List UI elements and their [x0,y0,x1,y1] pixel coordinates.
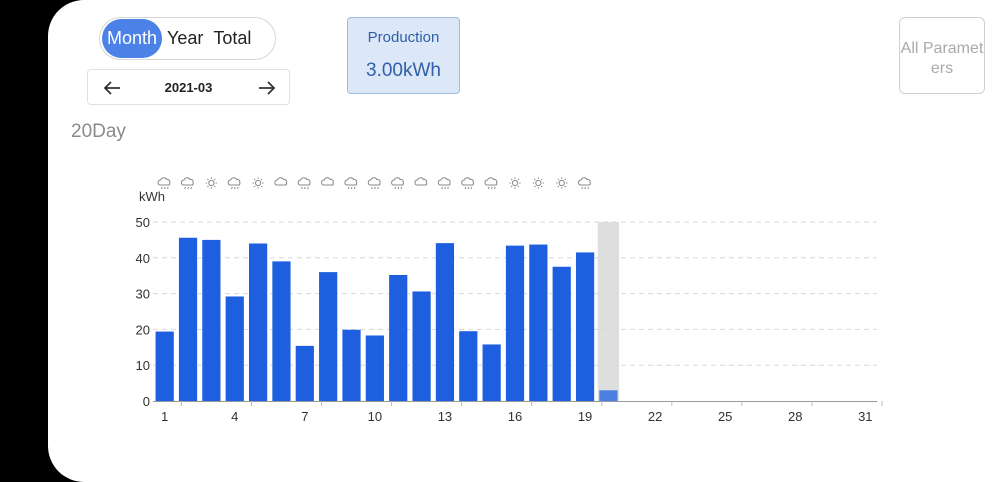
x-tick-label: 10 [368,409,382,424]
x-tick-label: 4 [231,409,238,424]
rain-cloud-icon [344,177,358,190]
sun-icon [252,177,264,189]
sun-icon [205,177,217,189]
bar [155,331,174,401]
x-tick-label: 16 [508,409,522,424]
y-tick-label: 50 [136,215,150,230]
x-tick-label: 19 [578,409,592,424]
rain-cloud-icon [461,177,474,190]
selected-day-highlight [597,222,620,401]
rain-cloud-icon [578,177,591,190]
x-tick-label: 1 [161,409,168,424]
rain-cloud-icon [391,177,404,190]
bar [435,243,455,401]
rain-cloud-icon [297,177,311,190]
rain-cloud-icon [180,177,194,190]
y-tick-label: 20 [136,322,150,337]
y-tick-label: 40 [136,251,150,266]
x-tick-label: 25 [718,409,732,424]
sun-icon [556,177,568,189]
cloud-icon [274,177,288,186]
y-tick-label: 10 [136,358,150,373]
bar [529,244,548,401]
sun-icon [532,177,544,189]
y-tick-label: 0 [143,394,150,409]
rain-cloud-icon [157,177,171,190]
cloud-icon [321,177,334,186]
bar [295,345,314,401]
bar [248,243,268,401]
sun-icon [509,177,521,189]
x-tick-label: 7 [301,409,308,424]
rain-cloud-icon [227,177,241,190]
bar [482,344,501,401]
bar [202,239,221,401]
bar [225,296,244,401]
x-tick-label: 31 [858,409,872,424]
rain-cloud-icon [367,177,381,190]
bar [552,266,571,401]
bar [319,272,338,401]
x-tick-label: 22 [648,409,662,424]
bar [459,331,478,401]
cloud-icon [414,177,428,186]
bar [412,291,431,401]
production-bar-chart: 0 10 20 30 40 50 kWh 1 4 7 10 13 16 19 22 25 28 31 [136,177,883,424]
rain-cloud-icon [437,177,451,190]
y-tick-label: 30 [136,287,150,302]
bar [389,274,408,401]
bar [272,261,291,401]
bar [505,245,525,401]
bar [575,252,595,401]
rain-cloud-icon [484,177,498,190]
bar [342,329,361,401]
bar [178,237,198,401]
bar [365,335,384,401]
bar [599,390,618,401]
x-tick-label: 28 [788,409,802,424]
x-tick-label: 13 [438,409,452,424]
y-axis-label: kWh [139,189,165,204]
